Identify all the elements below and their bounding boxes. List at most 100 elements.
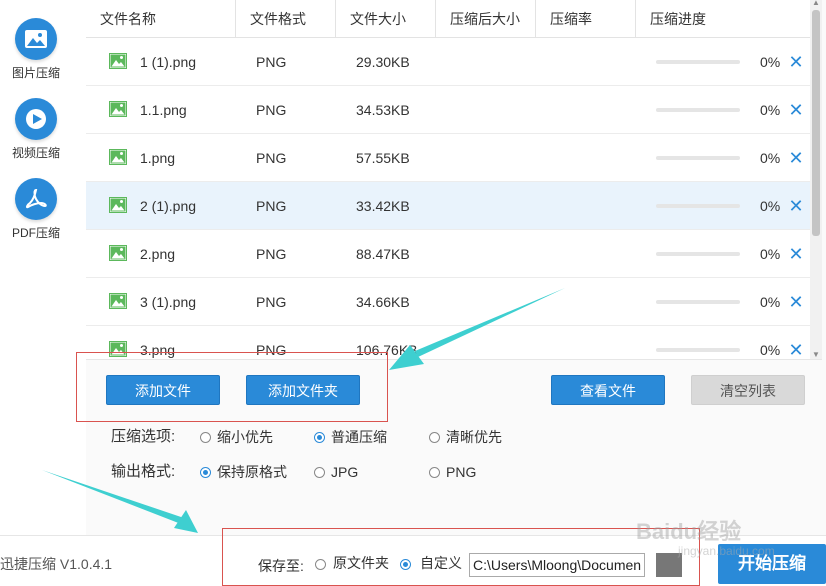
file-name: 3.png [140, 342, 176, 358]
radio-label: JPG [331, 464, 359, 480]
progress-percent: 0% [760, 198, 781, 214]
radio-label: PNG [446, 464, 477, 480]
file-format: PNG [256, 150, 287, 166]
radio-label: 缩小优先 [217, 429, 273, 445]
start-compress-button[interactable]: 开始压缩 [718, 544, 826, 584]
compress-option-clear[interactable]: 清晰优先 [428, 426, 518, 448]
image-file-icon [109, 293, 127, 309]
pdf-icon [15, 178, 57, 220]
remove-file-icon[interactable]: ✕ [788, 244, 804, 264]
version-label: 迅捷压缩 V1.0.4.1 [0, 556, 113, 572]
add-folder-button[interactable]: 添加文件夹 [246, 375, 360, 405]
image-file-icon [109, 341, 127, 357]
column-header-progress: 压缩进度 [650, 11, 706, 27]
column-header-size: 文件大小 [336, 0, 436, 38]
file-format: PNG [256, 102, 287, 118]
image-file-icon [109, 245, 127, 261]
column-header-ratio: 压缩率 [536, 0, 636, 38]
compress-options-row: 压缩选项: 缩小优先 普通压缩 清晰优先 [111, 426, 531, 448]
file-name: 2.png [140, 246, 176, 262]
sidebar-item-pdf-compress[interactable]: PDF压缩 [0, 178, 72, 241]
browse-folder-button[interactable] [656, 553, 682, 577]
image-icon [15, 18, 57, 60]
file-size: 57.55KB [356, 150, 410, 166]
progress-bar [656, 156, 740, 160]
table-row[interactable]: 2.png PNG 88.47KB 0% ✕ [86, 230, 810, 278]
remove-file-icon[interactable]: ✕ [788, 52, 804, 72]
file-format: PNG [256, 294, 287, 310]
remove-file-icon[interactable]: ✕ [788, 292, 804, 312]
progress-percent: 0% [760, 102, 781, 118]
progress-bar [656, 108, 740, 112]
remove-file-icon[interactable]: ✕ [788, 196, 804, 216]
file-size: 34.66KB [356, 294, 410, 310]
scroll-thumb[interactable] [812, 10, 820, 236]
scroll-down-icon[interactable]: ▼ [812, 350, 820, 359]
table-row[interactable]: 2 (1).png PNG 33.42KB 0% ✕ [86, 182, 810, 230]
file-name: 3 (1).png [140, 294, 197, 310]
sidebar-item-label: PDF压缩 [11, 226, 60, 240]
compress-options-label: 压缩选项: [111, 428, 176, 445]
file-size: 33.42KB [356, 198, 410, 214]
save-option-custom[interactable]: 自定义 [400, 553, 466, 575]
radio-label: 普通压缩 [331, 429, 387, 445]
radio-icon [314, 432, 325, 443]
file-size: 106.76KB [356, 342, 418, 358]
image-file-icon [109, 101, 127, 117]
compress-option-smaller[interactable]: 缩小优先 [199, 426, 289, 448]
image-file-icon [109, 197, 127, 213]
output-format-keep[interactable]: 保持原格式 [199, 461, 299, 483]
radio-label: 原文件夹 [333, 555, 389, 571]
radio-icon [200, 467, 211, 478]
radio-label: 清晰优先 [446, 429, 502, 445]
progress-percent: 0% [760, 54, 781, 70]
sidebar: 图片压缩 视频压缩 PDF压缩 [0, 0, 86, 586]
progress-percent: 0% [760, 246, 781, 262]
view-files-button[interactable]: 查看文件 [551, 375, 665, 405]
output-format-jpg[interactable]: JPG [313, 461, 373, 483]
file-name: 2 (1).png [140, 198, 197, 214]
radio-icon [314, 467, 325, 478]
table-row[interactable]: 1.png PNG 57.55KB 0% ✕ [86, 134, 810, 182]
remove-file-icon[interactable]: ✕ [788, 340, 804, 359]
remove-file-icon[interactable]: ✕ [788, 148, 804, 168]
file-size: 29.30KB [356, 54, 410, 70]
radio-icon [429, 432, 440, 443]
table-row[interactable]: 3 (1).png PNG 34.66KB 0% ✕ [86, 278, 810, 326]
sidebar-item-label: 视频压缩 [11, 146, 60, 160]
progress-bar [656, 204, 740, 208]
radio-icon [400, 559, 411, 570]
file-size: 34.53KB [356, 102, 410, 118]
file-format: PNG [256, 198, 287, 214]
remove-file-icon[interactable]: ✕ [788, 100, 804, 120]
file-format: PNG [256, 246, 287, 262]
table-scrollbar[interactable]: ▲ ▼ [810, 0, 822, 359]
compress-option-normal[interactable]: 普通压缩 [313, 426, 403, 448]
progress-bar [656, 300, 740, 304]
output-format-label: 输出格式: [111, 463, 176, 480]
table-row[interactable]: 1.1.png PNG 34.53KB 0% ✕ [86, 86, 810, 134]
add-file-button[interactable]: 添加文件 [106, 375, 220, 405]
radio-icon [429, 467, 440, 478]
output-format-png[interactable]: PNG [428, 461, 488, 483]
output-format-row: 输出格式: 保持原格式 JPG PNG [111, 461, 531, 483]
save-path-input[interactable] [469, 553, 645, 577]
progress-percent: 0% [760, 150, 781, 166]
progress-bar [656, 60, 740, 64]
progress-percent: 0% [760, 342, 781, 358]
sidebar-item-image-compress[interactable]: 图片压缩 [0, 18, 72, 81]
footer-bar: 迅捷压缩 V1.0.4.1 保存至: 原文件夹 自定义 开始压缩 [0, 535, 826, 586]
clear-list-button[interactable]: 清空列表 [691, 375, 805, 405]
table-row[interactable]: 1 (1).png PNG 29.30KB 0% ✕ [86, 38, 810, 86]
progress-percent: 0% [760, 294, 781, 310]
play-icon [15, 98, 57, 140]
scroll-up-icon[interactable]: ▲ [812, 0, 820, 7]
file-name: 1 (1).png [140, 54, 197, 70]
table-row[interactable]: 3.png PNG 106.76KB 0% ✕ [86, 326, 810, 359]
column-header-compressed-size: 压缩后大小 [436, 0, 536, 38]
sidebar-item-video-compress[interactable]: 视频压缩 [0, 98, 72, 161]
image-file-icon [109, 53, 127, 69]
column-header-format: 文件格式 [236, 0, 336, 38]
save-option-original-folder[interactable]: 原文件夹 [315, 553, 395, 575]
image-file-icon [109, 149, 127, 165]
